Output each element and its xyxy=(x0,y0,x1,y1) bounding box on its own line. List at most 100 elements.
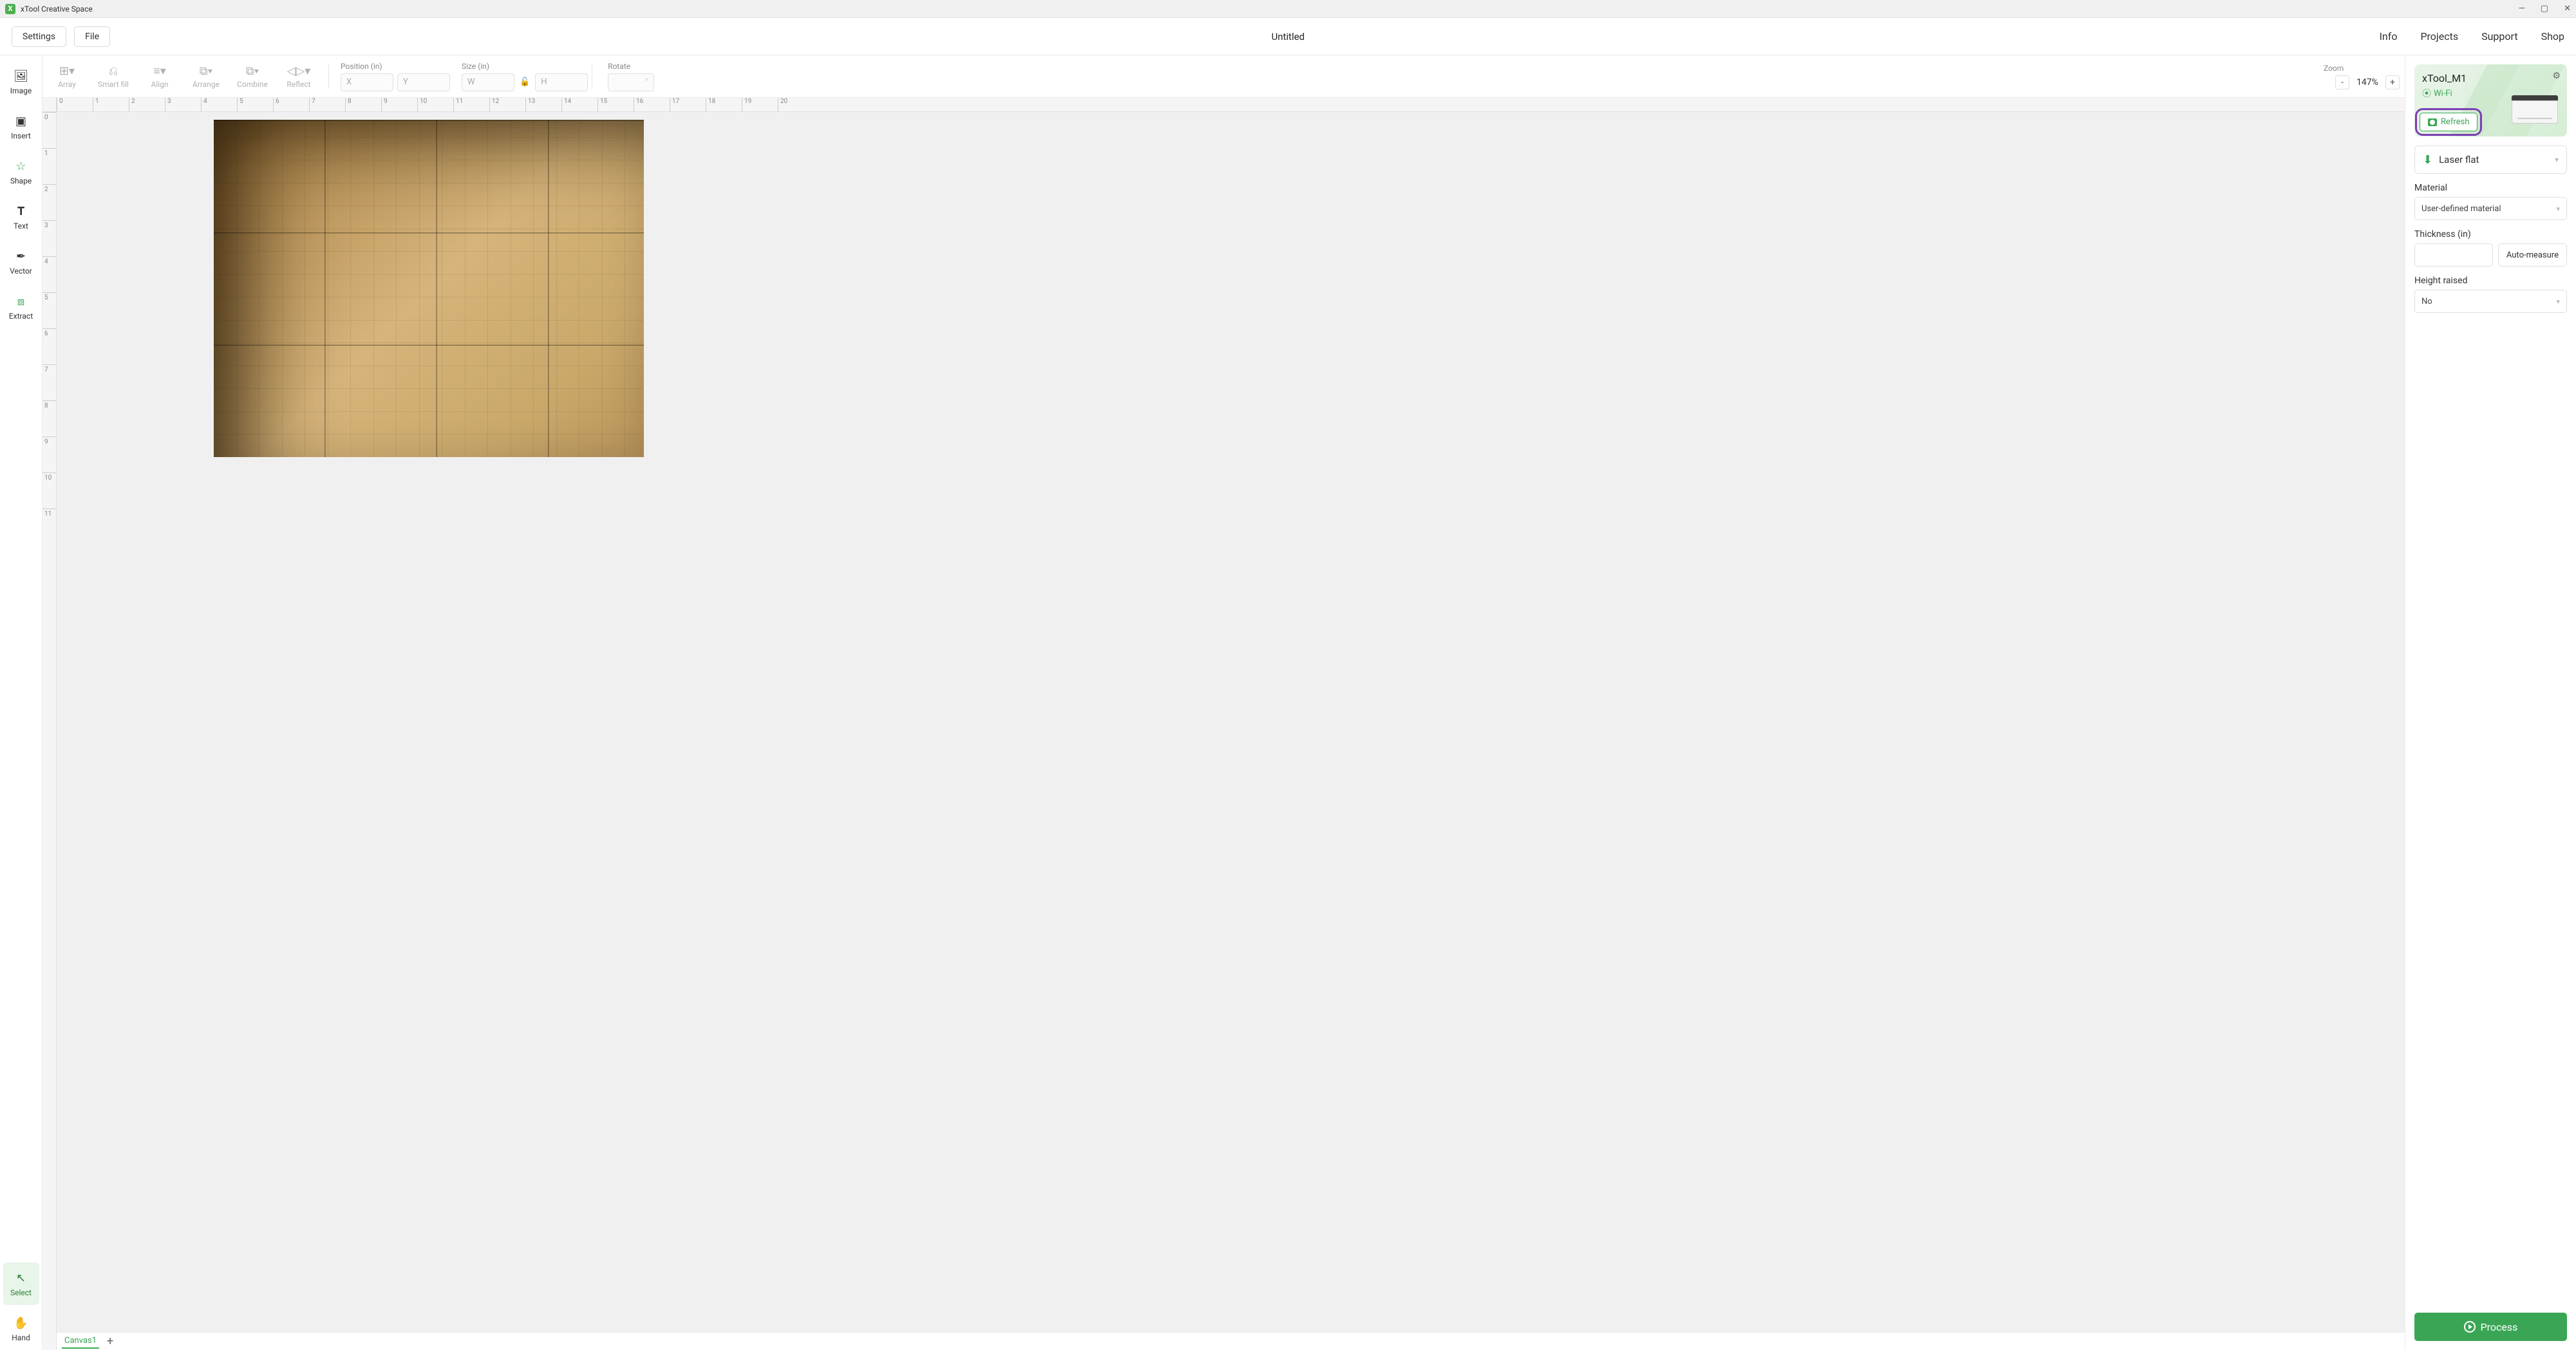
ruler-h-tick: 0 xyxy=(57,98,93,111)
height-raised-select[interactable]: No ▾ xyxy=(2414,290,2567,313)
ruler-h-tick: 20 xyxy=(778,98,814,111)
mode-label: Laser flat xyxy=(2439,154,2548,165)
align-tool[interactable]: ≡▾Align xyxy=(140,64,179,89)
tool-label: Extract xyxy=(9,312,33,321)
size-w-input[interactable]: W xyxy=(462,73,514,91)
reflect-tool[interactable]: ◁▷▾Reflect xyxy=(279,64,318,89)
ruler-v-tick: 11 xyxy=(42,509,56,545)
height-raised-label: Height raised xyxy=(2414,276,2567,286)
tool-label: Text xyxy=(14,221,28,230)
array-tool[interactable]: ⊞▾Array xyxy=(48,64,86,89)
tool-insert[interactable]: ▣ Insert xyxy=(3,106,39,148)
material-select[interactable]: User-defined material ▾ xyxy=(2414,197,2567,220)
arrange-tool[interactable]: ⧉▾Arrange xyxy=(187,64,225,89)
zoom-out-button[interactable]: - xyxy=(2335,75,2349,89)
top-nav: Info Projects Support Shop xyxy=(2380,30,2564,42)
play-icon xyxy=(2464,1321,2476,1333)
smartfill-icon: ⎌ xyxy=(109,64,118,78)
main: 🖼 Image ▣ Insert ☆ Shape 𝐓 Text ✒ Vector… xyxy=(0,55,2576,1350)
select-icon: ↖ xyxy=(14,1270,29,1286)
auto-measure-button[interactable]: Auto-measure xyxy=(2498,243,2567,267)
material-label: Material xyxy=(2414,183,2567,193)
ruler-h-tick: 6 xyxy=(273,98,309,111)
extract-icon: ⧈ xyxy=(14,294,29,309)
tool-image[interactable]: 🖼 Image xyxy=(3,61,39,103)
canvas-tab-1[interactable]: Canvas1 xyxy=(62,1334,99,1349)
add-canvas-button[interactable]: + xyxy=(107,1335,113,1348)
file-button[interactable]: File xyxy=(74,26,110,47)
lock-aspect-icon[interactable]: 🔓 xyxy=(520,77,530,87)
insert-icon: ▣ xyxy=(14,113,29,129)
ruler-v-tick: 4 xyxy=(42,256,56,292)
ruler-h-tick: 4 xyxy=(201,98,237,111)
nav-info[interactable]: Info xyxy=(2380,30,2398,42)
nav-support[interactable]: Support xyxy=(2481,30,2517,42)
tool-label: Image xyxy=(10,86,32,95)
material-value: User-defined material xyxy=(2421,204,2501,214)
connection-label: Wi-Fi xyxy=(2434,89,2452,98)
ruler-v-tick: 0 xyxy=(42,112,56,148)
minimize-button[interactable]: — xyxy=(2519,4,2525,14)
close-button[interactable]: ✕ xyxy=(2564,4,2571,14)
tool-extract[interactable]: ⧈ Extract xyxy=(3,286,39,328)
ruler-v-tick: 9 xyxy=(42,436,56,473)
tool-shape[interactable]: ☆ Shape xyxy=(3,151,39,193)
nav-projects[interactable]: Projects xyxy=(2420,30,2458,42)
material-field: Material User-defined material ▾ xyxy=(2414,183,2567,220)
nav-shop[interactable]: Shop xyxy=(2541,30,2564,42)
settings-button[interactable]: Settings xyxy=(12,26,66,47)
thickness-input[interactable] xyxy=(2414,243,2493,267)
rotate-group: Rotate ° xyxy=(608,62,654,91)
ruler-v-tick: 6 xyxy=(42,328,56,364)
app-title: xTool Creative Space xyxy=(21,5,93,14)
chevron-down-icon: ▾ xyxy=(2556,297,2560,306)
canvas-tabs: Canvas1 + xyxy=(57,1332,2405,1350)
rotate-input[interactable]: ° xyxy=(608,73,654,91)
mode-select[interactable]: ⬇ Laser flat ▾ xyxy=(2414,145,2567,174)
tool-label: Combine xyxy=(237,80,268,89)
canvas-area: 01234567891011121314151617181920 0123456… xyxy=(42,98,2405,1350)
rotate-label: Rotate xyxy=(608,62,654,71)
position-y-input[interactable]: Y xyxy=(397,73,450,91)
height-raised-value: No xyxy=(2421,297,2432,306)
right-panel: ⚙ xTool_M1 ⦿ Wi-Fi Refresh ⬇ Laser flat … xyxy=(2405,55,2576,1350)
arrange-icon: ⧉▾ xyxy=(200,64,212,78)
canvas-stage[interactable] xyxy=(57,112,2405,1332)
laser-icon: ⬇ xyxy=(2423,153,2432,167)
material-board xyxy=(214,120,644,457)
position-x-input[interactable]: X xyxy=(341,73,393,91)
ruler-h-tick: 2 xyxy=(129,98,165,111)
maximize-button[interactable]: ▢ xyxy=(2541,4,2548,14)
ruler-h-tick: 15 xyxy=(597,98,634,111)
size-label: Size (in) xyxy=(462,62,588,71)
tool-label: Select xyxy=(10,1288,32,1297)
tool-label: Vector xyxy=(10,267,32,276)
refresh-button[interactable]: Refresh xyxy=(2420,113,2477,131)
zoom-group: Zoom - 147% + xyxy=(2324,64,2400,89)
tool-text[interactable]: 𝐓 Text xyxy=(3,196,39,238)
size-h-input[interactable]: H xyxy=(535,73,588,91)
tool-select[interactable]: ↖ Select xyxy=(3,1262,39,1305)
zoom-in-button[interactable]: + xyxy=(2385,75,2400,89)
titlebar: X xTool Creative Space — ▢ ✕ xyxy=(0,0,2576,18)
position-group: Position (in) X Y xyxy=(341,62,450,91)
thickness-field: Thickness (in) Auto-measure xyxy=(2414,229,2567,267)
ruler-h-tick: 8 xyxy=(345,98,381,111)
process-button[interactable]: Process xyxy=(2414,1313,2567,1341)
combine-tool[interactable]: ⧉▾Combine xyxy=(233,64,272,89)
tool-vector[interactable]: ✒ Vector xyxy=(3,241,39,283)
ruler-h-tick: 19 xyxy=(742,98,778,111)
ruler-h-tick: 9 xyxy=(381,98,417,111)
tool-label: Shape xyxy=(10,176,32,185)
reflect-icon: ◁▷▾ xyxy=(287,64,311,78)
device-settings-icon[interactable]: ⚙ xyxy=(2552,71,2561,81)
ruler-h-tick: 16 xyxy=(634,98,670,111)
smartfill-tool[interactable]: ⎌Smart fill xyxy=(94,64,133,89)
center-pane: ⊞▾Array ⎌Smart fill ≡▾Align ⧉▾Arrange ⧉▾… xyxy=(42,55,2405,1350)
tool-hand[interactable]: ✋ Hand xyxy=(3,1308,39,1350)
ruler-h-tick: 14 xyxy=(561,98,597,111)
process-label: Process xyxy=(2481,1321,2518,1333)
zoom-value: 147% xyxy=(2353,77,2382,88)
ruler-h-tick: 7 xyxy=(309,98,345,111)
ruler-v-tick: 7 xyxy=(42,364,56,400)
